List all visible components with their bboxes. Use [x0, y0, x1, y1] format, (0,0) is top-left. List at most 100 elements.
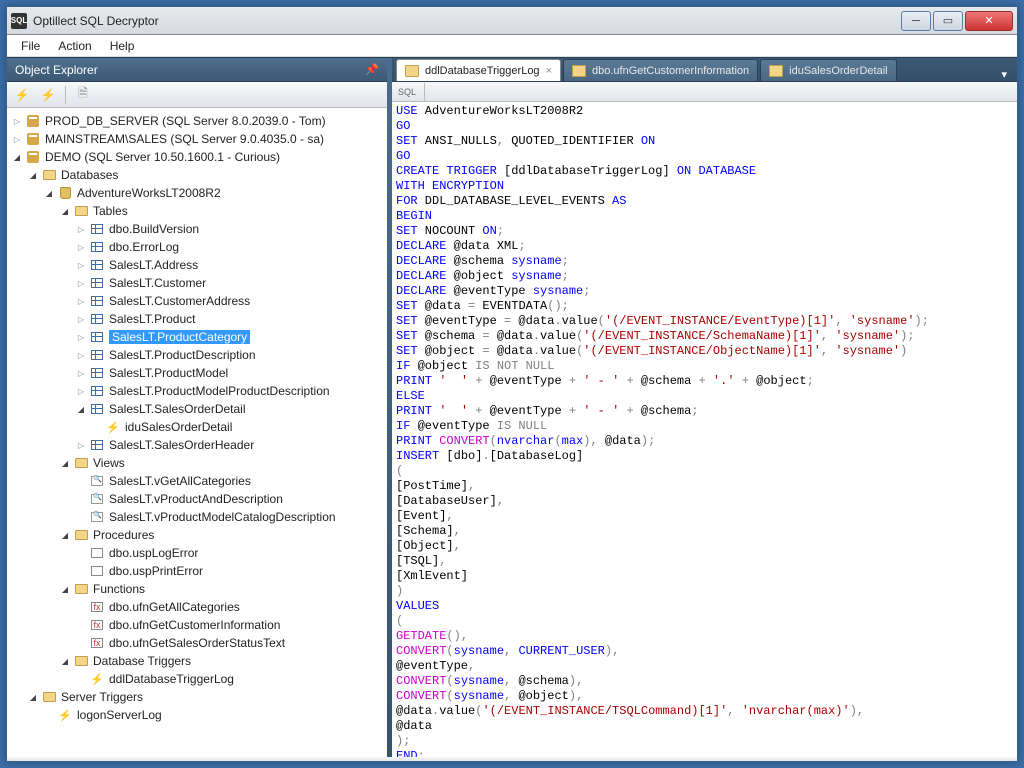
expand-arrow[interactable] — [11, 116, 23, 126]
expand-arrow[interactable] — [59, 458, 71, 468]
tree-node[interactable]: SalesLT.Customer — [7, 274, 387, 292]
tree-node[interactable]: ⚡ddlDatabaseTriggerLog — [7, 670, 387, 688]
tab-menu-dropdown[interactable]: ▾ — [995, 68, 1013, 81]
code-editor[interactable]: USE AdventureWorksLT2008R2GOSET ANSI_NUL… — [392, 102, 1017, 757]
expand-arrow[interactable] — [75, 404, 87, 414]
tree-node[interactable]: dbo.uspLogError — [7, 544, 387, 562]
tree-node[interactable]: SalesLT.ProductModel — [7, 364, 387, 382]
expand-arrow[interactable] — [75, 314, 87, 324]
tree-node[interactable]: DEMO (SQL Server 10.50.1600.1 - Curious) — [7, 148, 387, 166]
tree-node[interactable]: SalesLT.Address — [7, 256, 387, 274]
object-tree[interactable]: PROD_DB_SERVER (SQL Server 8.0.2039.0 - … — [7, 108, 387, 757]
expand-arrow[interactable] — [75, 440, 87, 450]
expand-arrow[interactable] — [75, 224, 87, 234]
tree-node[interactable]: SalesLT.SalesOrderHeader — [7, 436, 387, 454]
expand-arrow[interactable] — [75, 242, 87, 252]
sql-button[interactable]: SQL — [396, 82, 418, 102]
pin-icon[interactable]: 📌 — [365, 63, 379, 77]
menu-action[interactable]: Action — [50, 37, 99, 55]
tree-label: SalesLT.ProductCategory — [109, 330, 250, 344]
tree-label: Views — [93, 456, 125, 470]
tree-label: SalesLT.ProductModel — [109, 366, 228, 380]
tree-label: SalesLT.ProductModelProductDescription — [109, 384, 330, 398]
object-explorer-panel: Object Explorer 📌 ⚡ ⚡ 🗎 PROD_DB_SERVER (… — [7, 58, 387, 757]
expand-arrow[interactable] — [59, 656, 71, 666]
menu-help[interactable]: Help — [102, 37, 143, 55]
tree-node[interactable]: dbo.BuildVersion — [7, 220, 387, 238]
icon-func-icon: fx — [89, 618, 105, 632]
tree-node[interactable]: ⚡logonServerLog — [7, 706, 387, 724]
expand-arrow[interactable] — [75, 260, 87, 270]
menu-file[interactable]: File — [13, 37, 48, 55]
tree-node[interactable]: SalesLT.vProductAndDescription — [7, 490, 387, 508]
tree-node[interactable]: Functions — [7, 580, 387, 598]
tree-node[interactable]: fxdbo.ufnGetCustomerInformation — [7, 616, 387, 634]
tree-node[interactable]: Tables — [7, 202, 387, 220]
tree-node[interactable]: dbo.ErrorLog — [7, 238, 387, 256]
disconnect-button[interactable]: ⚡ — [37, 85, 59, 105]
expand-arrow[interactable] — [75, 332, 87, 342]
editor-tab[interactable]: iduSalesOrderDetail — [760, 59, 896, 81]
expand-arrow[interactable] — [75, 386, 87, 396]
toolbar-separator — [65, 86, 66, 104]
tree-label: iduSalesOrderDetail — [125, 420, 232, 434]
tree-node[interactable]: SalesLT.CustomerAddress — [7, 292, 387, 310]
icon-table-icon — [89, 258, 105, 272]
statusbar — [7, 757, 1017, 761]
expand-arrow[interactable] — [75, 278, 87, 288]
tree-node[interactable]: SalesLT.ProductCategory — [7, 328, 387, 346]
close-button[interactable]: ✕ — [965, 11, 1013, 31]
tree-node[interactable]: PROD_DB_SERVER (SQL Server 8.0.2039.0 - … — [7, 112, 387, 130]
tree-node[interactable]: dbo.uspPrintError — [7, 562, 387, 580]
tree-node[interactable]: Databases — [7, 166, 387, 184]
icon-proc-icon — [89, 546, 105, 560]
tree-label: Databases — [61, 168, 118, 182]
expand-arrow[interactable] — [27, 692, 39, 702]
expand-arrow[interactable] — [59, 530, 71, 540]
expand-arrow[interactable] — [11, 152, 23, 162]
editor-tab[interactable]: dbo.ufnGetCustomerInformation — [563, 59, 758, 81]
tree-label: SalesLT.ProductDescription — [109, 348, 256, 362]
expand-arrow[interactable] — [75, 350, 87, 360]
file-icon — [572, 65, 586, 77]
expand-arrow[interactable] — [59, 206, 71, 216]
tree-node[interactable]: SalesLT.ProductDescription — [7, 346, 387, 364]
icon-table-icon — [89, 438, 105, 452]
expand-arrow[interactable] — [27, 170, 39, 180]
tab-label: dbo.ufnGetCustomerInformation — [592, 65, 749, 77]
maximize-button[interactable]: ▭ — [933, 11, 963, 31]
menubar: File Action Help — [7, 35, 1017, 57]
icon-table-icon — [89, 366, 105, 380]
tree-node[interactable]: SalesLT.Product — [7, 310, 387, 328]
tab-close-icon[interactable]: × — [546, 65, 552, 77]
titlebar[interactable]: SQL Optillect SQL Decryptor ─ ▭ ✕ — [7, 7, 1017, 35]
tree-node[interactable]: AdventureWorksLT2008R2 — [7, 184, 387, 202]
tree-node[interactable]: MAINSTREAM\SALES (SQL Server 9.0.4035.0 … — [7, 130, 387, 148]
tree-label: PROD_DB_SERVER (SQL Server 8.0.2039.0 - … — [45, 114, 326, 128]
expand-arrow[interactable] — [11, 134, 23, 144]
tree-label: DEMO (SQL Server 10.50.1600.1 - Curious) — [45, 150, 280, 164]
tree-node[interactable]: SalesLT.vGetAllCategories — [7, 472, 387, 490]
tree-node[interactable]: Procedures — [7, 526, 387, 544]
tree-node[interactable]: ⚡iduSalesOrderDetail — [7, 418, 387, 436]
tree-node[interactable]: SalesLT.vProductModelCatalogDescription — [7, 508, 387, 526]
connect-button[interactable]: ⚡ — [11, 85, 33, 105]
tree-node[interactable]: Views — [7, 454, 387, 472]
expand-arrow[interactable] — [43, 188, 55, 198]
expand-arrow[interactable] — [75, 296, 87, 306]
minimize-button[interactable]: ─ — [901, 11, 931, 31]
tree-node[interactable]: Server Triggers — [7, 688, 387, 706]
expand-arrow[interactable] — [75, 368, 87, 378]
refresh-button[interactable]: 🗎 — [72, 85, 94, 105]
icon-table-icon — [89, 276, 105, 290]
icon-folder-icon — [41, 690, 57, 704]
tree-label: SalesLT.Customer — [109, 276, 206, 290]
tree-node[interactable]: fxdbo.ufnGetSalesOrderStatusText — [7, 634, 387, 652]
editor-tab[interactable]: ddlDatabaseTriggerLog× — [396, 59, 561, 81]
tree-node[interactable]: Database Triggers — [7, 652, 387, 670]
expand-arrow[interactable] — [59, 584, 71, 594]
tree-label: SalesLT.vProductModelCatalogDescription — [109, 510, 336, 524]
tree-node[interactable]: SalesLT.SalesOrderDetail — [7, 400, 387, 418]
tree-node[interactable]: fxdbo.ufnGetAllCategories — [7, 598, 387, 616]
tree-node[interactable]: SalesLT.ProductModelProductDescription — [7, 382, 387, 400]
